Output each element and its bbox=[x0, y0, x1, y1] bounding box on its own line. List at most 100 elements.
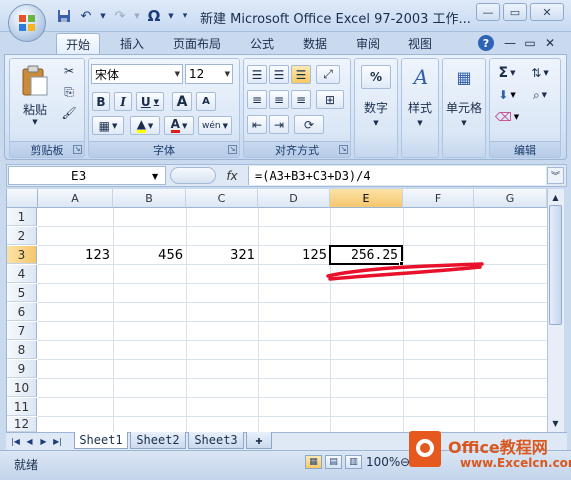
cut-icon[interactable]: ✂ bbox=[60, 63, 78, 79]
row-header-6[interactable]: 6 bbox=[7, 303, 37, 321]
sort-filter-icon[interactable]: ⇅ ▼ bbox=[525, 64, 555, 82]
paste-button[interactable]: 粘贴 ▼ bbox=[14, 60, 56, 130]
underline-button[interactable]: U ▼ bbox=[136, 92, 164, 111]
tab-home[interactable]: 开始 bbox=[56, 33, 100, 54]
next-sheet-icon[interactable]: ▶ bbox=[38, 435, 49, 447]
percent-icon[interactable]: % bbox=[361, 65, 391, 89]
cells-button[interactable]: 单元格 bbox=[443, 98, 485, 116]
fill-color-button[interactable]: ▲ ▼ bbox=[130, 116, 160, 135]
save-icon[interactable] bbox=[55, 7, 73, 25]
align-middle-icon[interactable]: ☰ bbox=[269, 65, 289, 84]
tab-insert[interactable]: 插入 bbox=[110, 33, 154, 54]
scroll-down-icon[interactable]: ▼ bbox=[548, 416, 563, 430]
cell-d3[interactable]: 125 bbox=[258, 246, 330, 264]
minimize-button[interactable]: — bbox=[476, 3, 500, 21]
tab-review[interactable]: 审阅 bbox=[346, 33, 390, 54]
ribbon-close-icon[interactable]: ✕ bbox=[542, 35, 558, 51]
column-header-b[interactable]: B bbox=[113, 189, 186, 208]
cells-icon[interactable]: ▦ bbox=[452, 64, 476, 90]
row-header-10[interactable]: 10 bbox=[7, 379, 37, 397]
close-button[interactable]: ✕ bbox=[530, 3, 564, 21]
font-launcher-icon[interactable]: ↘ bbox=[228, 145, 237, 154]
row-header-1[interactable]: 1 bbox=[7, 208, 37, 226]
clear-icon[interactable]: ⌫ ▼ bbox=[493, 108, 521, 126]
tab-page-layout[interactable]: 页面布局 bbox=[163, 33, 231, 54]
row-header-3[interactable]: 3 bbox=[7, 246, 37, 264]
last-sheet-icon[interactable]: ▶| bbox=[52, 435, 63, 447]
styles-icon[interactable]: A bbox=[408, 64, 434, 90]
expand-formula-bar-icon[interactable]: ︾ bbox=[547, 167, 564, 184]
scroll-up-icon[interactable]: ▲ bbox=[548, 190, 563, 204]
sheet-tab-2[interactable]: Sheet2 bbox=[130, 432, 186, 449]
autosum-icon[interactable]: Σ ▼ bbox=[493, 64, 521, 82]
insert-function-icon[interactable]: fx bbox=[224, 168, 240, 184]
number-button[interactable]: 数字 bbox=[356, 98, 396, 116]
formula-bar-splitter[interactable] bbox=[170, 167, 216, 184]
styles-button[interactable]: 样式 bbox=[402, 98, 438, 116]
page-break-view-icon[interactable]: ▥ bbox=[345, 455, 362, 469]
fill-icon[interactable]: ⬇ ▼ bbox=[493, 86, 521, 104]
sheet-tab-1[interactable]: Sheet1 bbox=[74, 432, 128, 449]
increase-indent-icon[interactable]: ⇥ bbox=[269, 115, 289, 134]
row-header-2[interactable]: 2 bbox=[7, 227, 37, 245]
font-name-combo[interactable]: 宋体 ▼ bbox=[91, 64, 183, 84]
page-layout-view-icon[interactable]: ▤ bbox=[325, 455, 342, 469]
ribbon-restore-icon[interactable]: ▭ bbox=[522, 35, 538, 51]
wrap-text-icon[interactable]: ⟳ bbox=[294, 115, 324, 134]
borders-button[interactable]: ▦ ▼ bbox=[92, 116, 124, 135]
row-header-12[interactable]: 12 bbox=[7, 417, 37, 432]
name-box-dropdown-icon[interactable]: ▼ bbox=[152, 172, 158, 181]
find-select-icon[interactable]: ⌕ ▼ bbox=[525, 86, 555, 104]
column-header-d[interactable]: D bbox=[258, 189, 330, 208]
cells-dropdown-icon[interactable]: ▼ bbox=[454, 117, 474, 129]
format-painter-icon[interactable]: 🖌 bbox=[60, 105, 78, 121]
undo-icon[interactable]: ↶ bbox=[77, 7, 95, 25]
vertical-scroll-thumb[interactable] bbox=[549, 205, 562, 325]
cell-a3[interactable]: 123 bbox=[38, 246, 113, 264]
customize-icon[interactable]: ▾ bbox=[179, 7, 191, 25]
formula-input[interactable]: =(A3+B3+C3+D3)/4 bbox=[248, 166, 546, 185]
omega-icon[interactable]: Ω bbox=[145, 7, 163, 25]
column-header-c[interactable]: C bbox=[186, 189, 258, 208]
tab-data[interactable]: 数据 bbox=[293, 33, 337, 54]
phonetic-button[interactable]: wén ▼ bbox=[198, 116, 232, 135]
undo-dropdown-icon[interactable]: ▼ bbox=[99, 7, 107, 25]
column-header-f[interactable]: F bbox=[403, 189, 474, 208]
row-header-5[interactable]: 5 bbox=[7, 284, 37, 302]
help-icon[interactable]: ? bbox=[478, 35, 494, 51]
clipboard-launcher-icon[interactable]: ↘ bbox=[73, 145, 82, 154]
normal-view-icon[interactable]: ▦ bbox=[305, 455, 322, 469]
cell-c3[interactable]: 321 bbox=[186, 246, 258, 264]
redo-icon[interactable]: ↷ bbox=[111, 7, 129, 25]
row-header-9[interactable]: 9 bbox=[7, 360, 37, 378]
bold-button[interactable]: B bbox=[92, 92, 110, 111]
row-header-4[interactable]: 4 bbox=[7, 265, 37, 283]
align-left-icon[interactable]: ≡ bbox=[247, 90, 267, 109]
align-bottom-icon[interactable]: ☰ bbox=[291, 65, 311, 84]
cell-b3[interactable]: 456 bbox=[113, 246, 186, 264]
font-size-combo[interactable]: 12 ▼ bbox=[185, 64, 233, 84]
select-all-corner[interactable] bbox=[7, 189, 38, 208]
font-color-button[interactable]: A ▼ bbox=[164, 116, 194, 135]
tab-formulas[interactable]: 公式 bbox=[240, 33, 284, 54]
text-orientation-icon[interactable]: ⤢ bbox=[316, 65, 340, 84]
prev-sheet-icon[interactable]: ◀ bbox=[24, 435, 35, 447]
italic-button[interactable]: I bbox=[114, 92, 132, 111]
column-header-g[interactable]: G bbox=[474, 189, 547, 208]
align-right-icon[interactable]: ≡ bbox=[291, 90, 311, 109]
ribbon-minimize-icon[interactable]: — bbox=[502, 35, 518, 51]
first-sheet-icon[interactable]: |◀ bbox=[10, 435, 21, 447]
styles-dropdown-icon[interactable]: ▼ bbox=[410, 117, 430, 129]
align-top-icon[interactable]: ☰ bbox=[247, 65, 267, 84]
sheet-tab-3[interactable]: Sheet3 bbox=[188, 432, 244, 449]
decrease-indent-icon[interactable]: ⇤ bbox=[247, 115, 267, 134]
name-box[interactable]: E3 bbox=[8, 166, 166, 185]
row-header-7[interactable]: 7 bbox=[7, 322, 37, 340]
zoom-level[interactable]: 100% bbox=[366, 455, 400, 469]
grow-font-button[interactable]: A bbox=[172, 92, 192, 111]
tab-view[interactable]: 视图 bbox=[398, 33, 442, 54]
copy-icon[interactable]: ⎘ bbox=[60, 84, 78, 100]
column-header-e[interactable]: E bbox=[330, 189, 403, 208]
row-header-11[interactable]: 11 bbox=[7, 398, 37, 416]
merge-center-icon[interactable]: ⊞ bbox=[316, 90, 344, 109]
